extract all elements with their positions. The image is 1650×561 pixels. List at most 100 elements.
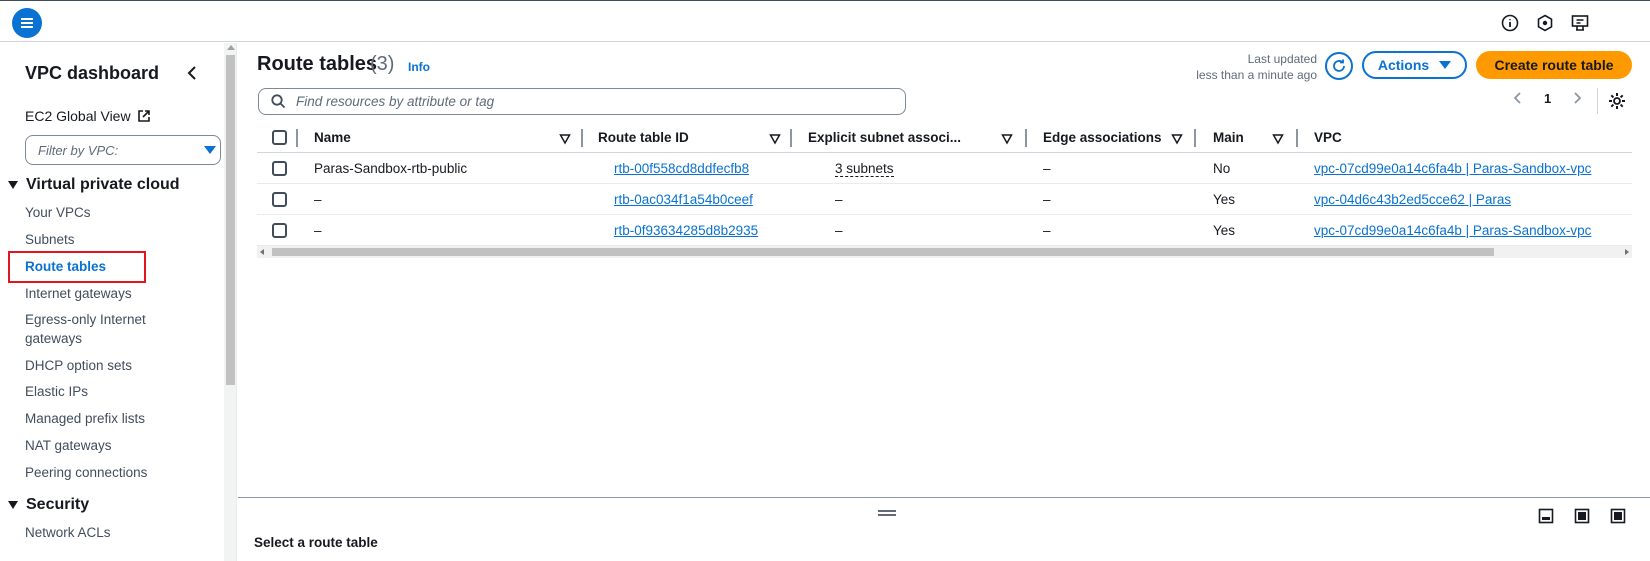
cell-explicit-subnet[interactable]: 3 subnets [835, 161, 894, 177]
panel-side-icon[interactable] [1574, 508, 1590, 524]
table-row[interactable]: – rtb-0ac034f1a54b0ceef – – Yes vpc-04d6… [257, 184, 1632, 215]
scroll-up-arrow-icon[interactable] [227, 45, 235, 50]
column-header-name[interactable]: Name [314, 130, 351, 145]
column-divider [296, 129, 298, 147]
section-security[interactable]: Security [8, 496, 89, 514]
cell-main: No [1213, 161, 1231, 176]
feedback-icon[interactable] [1570, 13, 1590, 33]
expand-triangle-icon [8, 181, 18, 189]
sort-icon[interactable] [1272, 133, 1284, 145]
last-updated: Last updated less than a minute ago [1196, 51, 1317, 83]
previous-page-icon[interactable] [1510, 90, 1526, 106]
external-link-icon [137, 110, 150, 122]
table-row[interactable]: – rtb-0f93634285d8b2935 – – Yes vpc-07cd… [257, 215, 1632, 246]
create-route-table-button[interactable]: Create route table [1476, 51, 1632, 79]
top-navigation-bar [0, 0, 1650, 42]
cell-route-table-id-link[interactable]: rtb-00f558cd8ddfecfb8 [614, 161, 749, 176]
resize-handle-icon[interactable] [878, 510, 896, 516]
cell-edge-associations: – [1043, 161, 1051, 176]
divider [1597, 88, 1598, 114]
sidebar-item-dhcp-option-sets[interactable]: DHCP option sets [25, 356, 175, 375]
row-checkbox[interactable] [272, 223, 287, 238]
dropdown-caret-icon [204, 146, 216, 154]
cell-route-table-id-link[interactable]: rtb-0f93634285d8b2935 [614, 223, 758, 238]
cell-name: – [314, 223, 322, 238]
sidebar-item-peering-connections[interactable]: Peering connections [25, 463, 175, 482]
section-virtual-private-cloud[interactable]: Virtual private cloud [8, 176, 180, 194]
caret-down-icon [1439, 61, 1452, 69]
settings-gear-icon[interactable] [1607, 91, 1627, 111]
scroll-right-arrow-icon[interactable] [1625, 249, 1629, 255]
scrollbar-thumb[interactable] [272, 248, 1494, 256]
select-all-checkbox[interactable] [272, 130, 287, 145]
refresh-icon [1333, 59, 1345, 72]
panel-bottom-icon[interactable] [1538, 508, 1554, 524]
panel-maximize-icon[interactable] [1610, 508, 1626, 524]
column-header-main[interactable]: Main [1213, 130, 1244, 145]
sort-icon[interactable] [1171, 133, 1183, 145]
collapse-sidebar-icon[interactable] [184, 63, 200, 83]
column-divider[interactable] [1194, 129, 1196, 147]
sort-icon[interactable] [1001, 133, 1013, 145]
cell-explicit-subnet: – [835, 192, 843, 207]
info-link[interactable]: Info [408, 60, 430, 74]
row-checkbox[interactable] [272, 161, 287, 176]
resource-count: (3) [370, 53, 395, 75]
vpc-filter-select[interactable]: Filter by VPC: [25, 135, 221, 165]
row-checkbox[interactable] [272, 192, 287, 207]
column-header-edge-associations[interactable]: Edge associations [1043, 130, 1162, 145]
cell-edge-associations: – [1043, 192, 1051, 207]
sidebar-item-internet-gateways[interactable]: Internet gateways [25, 284, 175, 303]
expand-triangle-icon [8, 501, 18, 509]
table-row[interactable]: Paras-Sandbox-rtb-public rtb-00f558cd8dd… [257, 153, 1632, 184]
pagination: 1 [1510, 90, 1585, 106]
sidebar-item-subnets[interactable]: Subnets [25, 230, 175, 249]
refresh-button[interactable] [1325, 52, 1353, 80]
page-title: Route tables [257, 53, 378, 75]
cell-main: Yes [1213, 192, 1236, 207]
actions-dropdown-button[interactable]: Actions [1362, 51, 1467, 79]
ec2-global-view-link[interactable]: EC2 Global View [25, 108, 151, 124]
page-number[interactable]: 1 [1544, 91, 1551, 106]
section-label: Security [26, 496, 90, 513]
actions-label: Actions [1377, 57, 1430, 73]
search-placeholder: Find resources by attribute or tag [296, 94, 495, 109]
column-header-route-table-id[interactable]: Route table ID [598, 130, 689, 145]
last-updated-label: Last updated [1247, 52, 1317, 66]
scrollbar-thumb[interactable] [226, 55, 235, 385]
sort-icon[interactable] [769, 133, 781, 145]
sidebar-item-network-acls[interactable]: Network ACLs [25, 523, 175, 542]
table-horizontal-scrollbar[interactable] [257, 246, 1632, 258]
column-header-vpc[interactable]: VPC [1314, 130, 1342, 145]
sidebar-item-egress-only-internet-gateways[interactable]: Egress-only Internet gateways [25, 310, 175, 348]
vpc-filter-placeholder: Filter by VPC: [38, 143, 119, 158]
scroll-left-arrow-icon[interactable] [260, 249, 264, 255]
sidebar-item-managed-prefix-lists[interactable]: Managed prefix lists [25, 409, 175, 428]
split-panel-title: Select a route table [254, 535, 378, 550]
sidebar-item-route-tables[interactable]: Route tables [25, 257, 175, 276]
hamburger-menu-icon[interactable] [12, 8, 42, 38]
column-divider[interactable] [790, 129, 792, 147]
sidebar-item-nat-gateways[interactable]: NAT gateways [25, 436, 175, 455]
cell-vpc-link[interactable]: vpc-04d6c43b2ed5cce62 | Paras [1314, 192, 1511, 207]
cell-route-table-id-link[interactable]: rtb-0ac034f1a54b0ceef [614, 192, 753, 207]
info-icon[interactable] [1500, 13, 1520, 33]
cell-vpc-link[interactable]: vpc-07cd99e0a14c6fa4b | Paras-Sandbox-vp… [1314, 161, 1591, 176]
column-divider[interactable] [581, 129, 583, 147]
section-label: Virtual private cloud [26, 176, 180, 193]
sidebar-item-your-vpcs[interactable]: Your VPCs [25, 203, 175, 222]
next-page-icon[interactable] [1569, 90, 1585, 106]
column-header-explicit-subnet-associations[interactable]: Explicit subnet associ... [808, 130, 961, 145]
sidebar-scrollbar[interactable] [224, 43, 236, 561]
cell-name: – [314, 192, 322, 207]
cell-vpc-link[interactable]: vpc-07cd99e0a14c6fa4b | Paras-Sandbox-vp… [1314, 223, 1591, 238]
search-input[interactable]: Find resources by attribute or tag [258, 88, 906, 115]
column-divider[interactable] [1296, 129, 1298, 147]
cell-name: Paras-Sandbox-rtb-public [314, 161, 468, 176]
notifications-icon[interactable] [1535, 13, 1555, 33]
column-divider[interactable] [1025, 129, 1027, 147]
sort-icon[interactable] [559, 133, 571, 145]
side-navigation: VPC dashboard EC2 Global View Filter by … [0, 43, 237, 561]
sidebar-title[interactable]: VPC dashboard [25, 63, 159, 84]
sidebar-item-elastic-ips[interactable]: Elastic IPs [25, 382, 175, 401]
